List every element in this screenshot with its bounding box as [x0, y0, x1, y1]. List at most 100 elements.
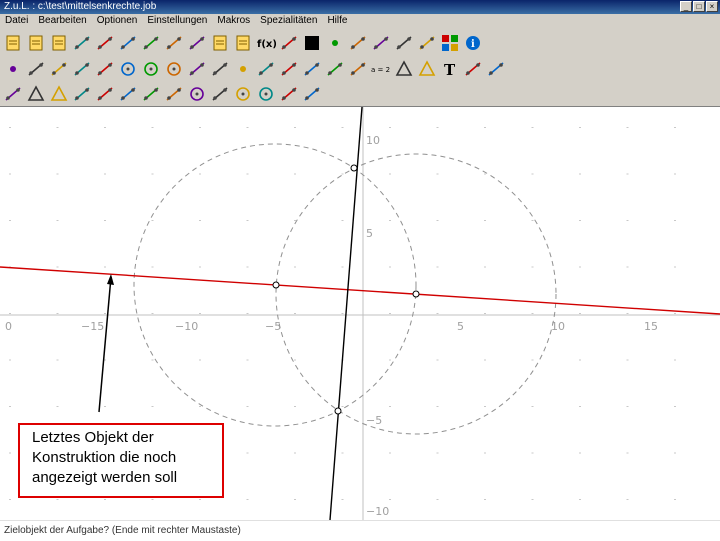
color-black-button[interactable]: [301, 32, 323, 54]
comment-button[interactable]: [209, 32, 231, 54]
grid-dot: [626, 127, 629, 128]
intersection-point-bottom[interactable]: [334, 407, 342, 415]
grid-dot: [674, 313, 676, 314]
circle2-icon: [187, 84, 207, 104]
grid-dot: [294, 359, 296, 361]
grid-dot: [626, 220, 629, 221]
info-button[interactable]: i: [462, 32, 484, 54]
save-button[interactable]: [48, 32, 70, 54]
arrows-button[interactable]: [278, 32, 300, 54]
hide-button[interactable]: [186, 32, 208, 54]
grid-dot: [56, 406, 59, 407]
menu-datei[interactable]: Datei: [0, 14, 33, 28]
undo-button[interactable]: [71, 32, 93, 54]
fixed-segment-button[interactable]: [94, 58, 116, 80]
animate-button[interactable]: [485, 58, 507, 80]
chord-button[interactable]: [278, 83, 300, 105]
midpoint-button[interactable]: [232, 58, 254, 80]
equation-button[interactable]: a = 2: [370, 58, 392, 80]
perpendicular-button[interactable]: [209, 58, 231, 80]
move-button[interactable]: [301, 58, 323, 80]
grid-colors-button[interactable]: [439, 32, 461, 54]
grid-dot: [104, 313, 106, 314]
delete-button[interactable]: [94, 32, 116, 54]
segment-button[interactable]: [71, 58, 93, 80]
triangle2-button[interactable]: [48, 83, 70, 105]
fixed-angle-button[interactable]: [278, 58, 300, 80]
grid-dot: [246, 359, 249, 361]
paint-button[interactable]: [163, 32, 185, 54]
polygon-button[interactable]: [393, 58, 415, 80]
menu-bearbeiten[interactable]: Bearbeiten: [33, 14, 91, 28]
move-icon: [302, 59, 322, 79]
axis-button[interactable]: [393, 32, 415, 54]
grid-dot: [104, 406, 106, 407]
grid-dot: [151, 220, 154, 221]
grid-dot: [56, 173, 59, 175]
grid-dot: [341, 499, 344, 500]
parallel-button[interactable]: [186, 58, 208, 80]
mirror-button[interactable]: [163, 83, 185, 105]
line-button[interactable]: [25, 58, 47, 80]
function-button[interactable]: f(x): [255, 32, 277, 54]
intersection-icon: [72, 84, 92, 104]
point-a[interactable]: [272, 281, 280, 289]
triangle-button[interactable]: [25, 83, 47, 105]
grid-dot: [531, 173, 534, 175]
close-button[interactable]: ×: [706, 1, 718, 12]
arc-button[interactable]: [255, 83, 277, 105]
line-size-button[interactable]: [347, 32, 369, 54]
redo-button[interactable]: [117, 32, 139, 54]
bisector-button[interactable]: [209, 83, 231, 105]
grid-dot: [626, 173, 629, 175]
grid-dot: [389, 313, 391, 314]
point-size-button[interactable]: [324, 32, 346, 54]
minimize-button[interactable]: _: [680, 1, 692, 12]
intersection-point-top[interactable]: [350, 164, 358, 172]
polygon2-button[interactable]: [416, 58, 438, 80]
tangent-button[interactable]: [324, 58, 346, 80]
line-icon: [26, 59, 46, 79]
point-b[interactable]: [412, 290, 420, 298]
text-button[interactable]: T: [439, 58, 461, 80]
intersection-button[interactable]: [71, 83, 93, 105]
video-button[interactable]: [347, 58, 369, 80]
chord2-button[interactable]: [301, 83, 323, 105]
macro-button[interactable]: [416, 32, 438, 54]
locus-button[interactable]: [2, 83, 24, 105]
tracker-button[interactable]: [462, 58, 484, 80]
point-button[interactable]: [2, 58, 24, 80]
angle-button[interactable]: [255, 58, 277, 80]
circle-radius-button[interactable]: [140, 58, 162, 80]
maximize-button[interactable]: □: [693, 1, 705, 12]
open-file-button[interactable]: [25, 32, 47, 54]
circle-button[interactable]: [117, 58, 139, 80]
x-tick-neg15: −15: [81, 320, 105, 333]
ray2-button[interactable]: [117, 83, 139, 105]
segment2-button[interactable]: [140, 83, 162, 105]
grid-dot: [294, 173, 296, 175]
menu-einstellungen[interactable]: Einstellungen: [142, 14, 212, 28]
menu-optionen[interactable]: Optionen: [92, 14, 143, 28]
fixed-circle-button[interactable]: [163, 58, 185, 80]
zoom-button[interactable]: [370, 32, 392, 54]
grid-dot: [531, 220, 534, 221]
circle-icon: [118, 59, 138, 79]
grid-dot: [389, 359, 391, 361]
menu-hilfe[interactable]: Hilfe: [322, 14, 352, 28]
grid-dot: [104, 220, 106, 221]
compass-button[interactable]: [232, 83, 254, 105]
clipboard-button[interactable]: [232, 32, 254, 54]
ray-button[interactable]: [48, 58, 70, 80]
new-file-button[interactable]: [2, 32, 24, 54]
menu-makros[interactable]: Makros: [212, 14, 255, 28]
callout-arrow: [98, 276, 112, 413]
compass-icon: [233, 84, 253, 104]
grid-dot: [9, 173, 11, 175]
axis-icon: [394, 33, 414, 53]
menu-spezialitten[interactable]: Spezialitäten: [255, 14, 322, 28]
circle2-button[interactable]: [186, 83, 208, 105]
wand-button[interactable]: [140, 32, 162, 54]
line2-button[interactable]: [94, 83, 116, 105]
tangent-icon: [325, 59, 345, 79]
